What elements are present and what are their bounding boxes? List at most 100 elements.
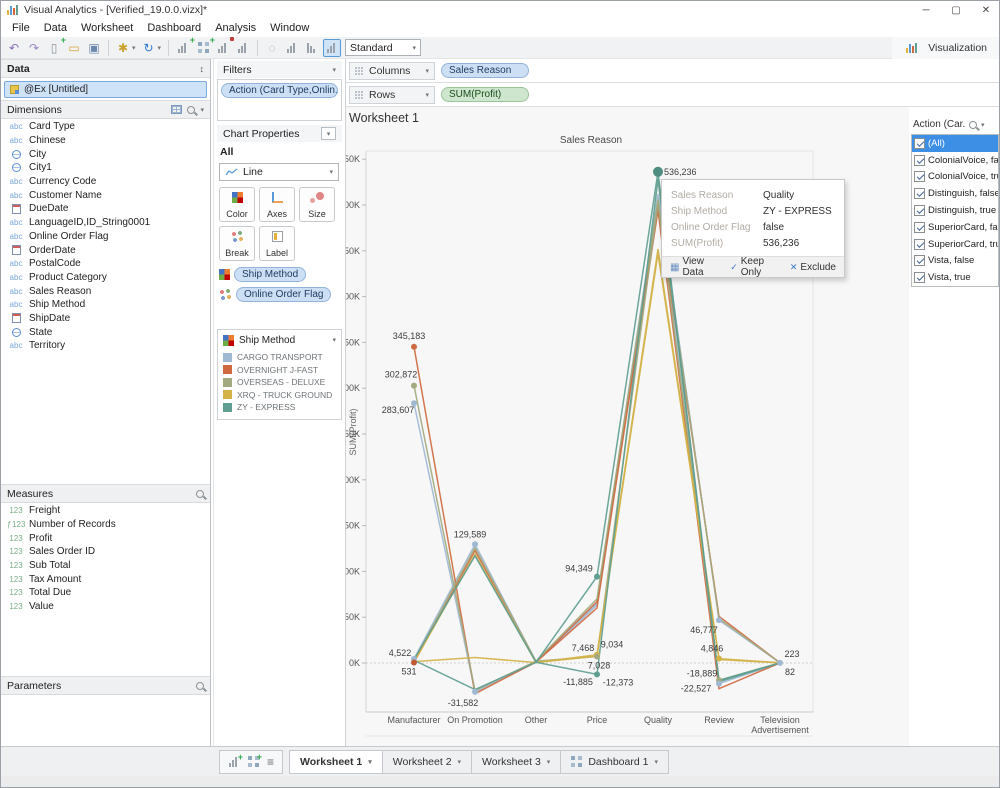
undo-icon[interactable]: ↶ <box>5 39 23 57</box>
dimension-item[interactable]: abcOnline Order Flag <box>1 230 210 244</box>
dimension-item[interactable]: ShipDate <box>1 312 210 326</box>
dimension-item[interactable]: City <box>1 147 210 161</box>
break-field-pill[interactable]: Online Order Flag <box>236 287 331 302</box>
data-point[interactable] <box>716 656 722 662</box>
chart-properties-menu-button[interactable]: ▾ <box>321 127 336 140</box>
redo-icon[interactable]: ↷ <box>25 39 43 57</box>
menu-data[interactable]: Data <box>37 22 74 34</box>
format-wand-icon[interactable]: ✱ <box>114 39 132 57</box>
chevron-down-icon[interactable]: ▾ <box>200 106 204 114</box>
measure-item[interactable]: 123Sub Total <box>1 559 210 573</box>
checkbox[interactable] <box>914 222 925 233</box>
sort-ascending-icon[interactable] <box>283 39 301 57</box>
data-point[interactable] <box>411 660 417 666</box>
action-filter-item[interactable]: ColonialVoice, false <box>912 152 998 169</box>
checkbox[interactable] <box>914 272 925 283</box>
data-point[interactable] <box>472 541 478 547</box>
view-data-button[interactable]: ▦ View Data <box>670 256 720 278</box>
table-view-icon[interactable] <box>171 105 182 114</box>
checkbox[interactable] <box>914 188 925 199</box>
minimize-button[interactable]: ─ <box>911 1 941 19</box>
chart-type-select[interactable]: Line ▾ <box>219 163 339 181</box>
dimension-item[interactable]: State <box>1 325 210 339</box>
legend-item[interactable]: OVERSEAS - DELUXE <box>223 376 341 389</box>
legend-item[interactable]: XRQ - TRUCK GROUND <box>223 389 341 402</box>
dimension-item[interactable]: DueDate <box>1 202 210 216</box>
color-field-pill[interactable]: Ship Method <box>234 267 306 282</box>
menu-analysis[interactable]: Analysis <box>208 22 263 34</box>
action-filter-item[interactable]: Distinguish, false <box>912 185 998 202</box>
data-source-item[interactable]: @Ex [Untitled] <box>4 81 207 98</box>
measure-item[interactable]: 123Value <box>1 600 210 614</box>
menu-file[interactable]: File <box>5 22 37 34</box>
dimension-item[interactable]: OrderDate <box>1 243 210 257</box>
checkbox[interactable] <box>914 171 925 182</box>
dimension-item[interactable]: abcChinese <box>1 134 210 148</box>
menu-worksheet[interactable]: Worksheet <box>74 22 140 34</box>
new-document-icon[interactable]: ▯+ <box>45 39 63 57</box>
sheet-list-icon[interactable]: ≡ <box>267 755 274 769</box>
menu-window[interactable]: Window <box>263 22 316 34</box>
add-crosstab-icon[interactable]: + <box>194 39 212 57</box>
tab-worksheet-3[interactable]: Worksheet 3▾ <box>472 750 561 774</box>
data-point[interactable] <box>716 617 722 623</box>
dimension-item[interactable]: abcTerritory <box>1 339 210 353</box>
data-point[interactable] <box>411 383 417 389</box>
menu-dashboard[interactable]: Dashboard <box>140 22 208 34</box>
dimension-item[interactable]: abcProduct Category <box>1 271 210 285</box>
chevron-down-icon[interactable]: ▾ <box>981 121 985 129</box>
refresh-icon[interactable]: ↻ <box>140 39 158 57</box>
new-dashboard-icon[interactable]: + <box>248 756 259 767</box>
data-point[interactable] <box>716 681 722 687</box>
action-filter-item[interactable]: SuperiorCard, fa... <box>912 219 998 236</box>
data-point[interactable] <box>594 574 600 580</box>
data-point[interactable] <box>411 344 417 350</box>
checkbox[interactable] <box>914 138 925 149</box>
measure-item[interactable]: 123Sales Order ID <box>1 545 210 559</box>
legend-item[interactable]: ZY - EXPRESS <box>223 401 341 414</box>
search-icon[interactable] <box>969 121 977 129</box>
open-folder-icon[interactable]: ▭ <box>65 39 83 57</box>
checkbox[interactable] <box>914 155 925 166</box>
break-button[interactable]: Break <box>219 226 255 261</box>
action-filter-item[interactable]: Distinguish, true <box>912 202 998 219</box>
dimension-item[interactable]: abcLanguageID,ID_String0001 <box>1 216 210 230</box>
sort-descending-icon[interactable] <box>303 39 321 57</box>
tab-worksheet-1[interactable]: Worksheet 1▾ <box>289 750 383 774</box>
search-icon[interactable] <box>196 490 204 498</box>
tab-dashboard-1[interactable]: Dashboard 1▾ <box>561 750 669 774</box>
label-button[interactable]: Label <box>259 226 295 261</box>
add-map-icon[interactable] <box>214 39 232 57</box>
size-button[interactable]: Size <box>299 187 335 222</box>
visualization-button[interactable]: Visualization <box>892 37 1000 59</box>
legend-item[interactable]: OVERNIGHT J-FAST <box>223 364 341 377</box>
rows-shelf-label[interactable]: Rows ▾ <box>349 86 435 104</box>
checkbox[interactable] <box>914 205 925 216</box>
data-point[interactable] <box>653 167 663 177</box>
new-worksheet-icon[interactable]: + <box>228 756 240 767</box>
lasso-select-icon[interactable]: ◌ <box>263 39 281 57</box>
dimension-item[interactable]: abcPostalCode <box>1 257 210 271</box>
tab-worksheet-2[interactable]: Worksheet 2▾ <box>383 750 472 774</box>
axes-button[interactable]: Axes <box>259 187 295 222</box>
data-point[interactable] <box>777 660 783 666</box>
maximize-button[interactable]: ▢ <box>941 1 971 19</box>
dimension-item[interactable]: City1 <box>1 161 210 175</box>
chevron-down-icon[interactable]: ▾ <box>332 66 336 74</box>
data-point[interactable] <box>594 671 600 677</box>
measure-item[interactable]: 123Freight <box>1 504 210 518</box>
collapse-expand-icon[interactable]: ↕ <box>200 64 205 74</box>
checkbox[interactable] <box>914 239 925 250</box>
action-filter-item[interactable]: SuperiorCard, true <box>912 236 998 253</box>
small-chart-icon[interactable] <box>234 39 252 57</box>
measure-item[interactable]: 123Total Due <box>1 586 210 600</box>
action-filter-item[interactable]: (All) <box>912 135 998 152</box>
filter-pill-action[interactable]: Action (Card Type,Onlin... <box>221 83 338 98</box>
data-point[interactable] <box>472 689 478 695</box>
add-chart-icon[interactable]: + <box>174 39 192 57</box>
color-button[interactable]: Color <box>219 187 255 222</box>
dimension-item[interactable]: abcCurrency Code <box>1 175 210 189</box>
search-icon[interactable] <box>196 682 204 690</box>
search-icon[interactable] <box>187 106 195 114</box>
exclude-button[interactable]: ✕ Exclude <box>790 262 836 273</box>
